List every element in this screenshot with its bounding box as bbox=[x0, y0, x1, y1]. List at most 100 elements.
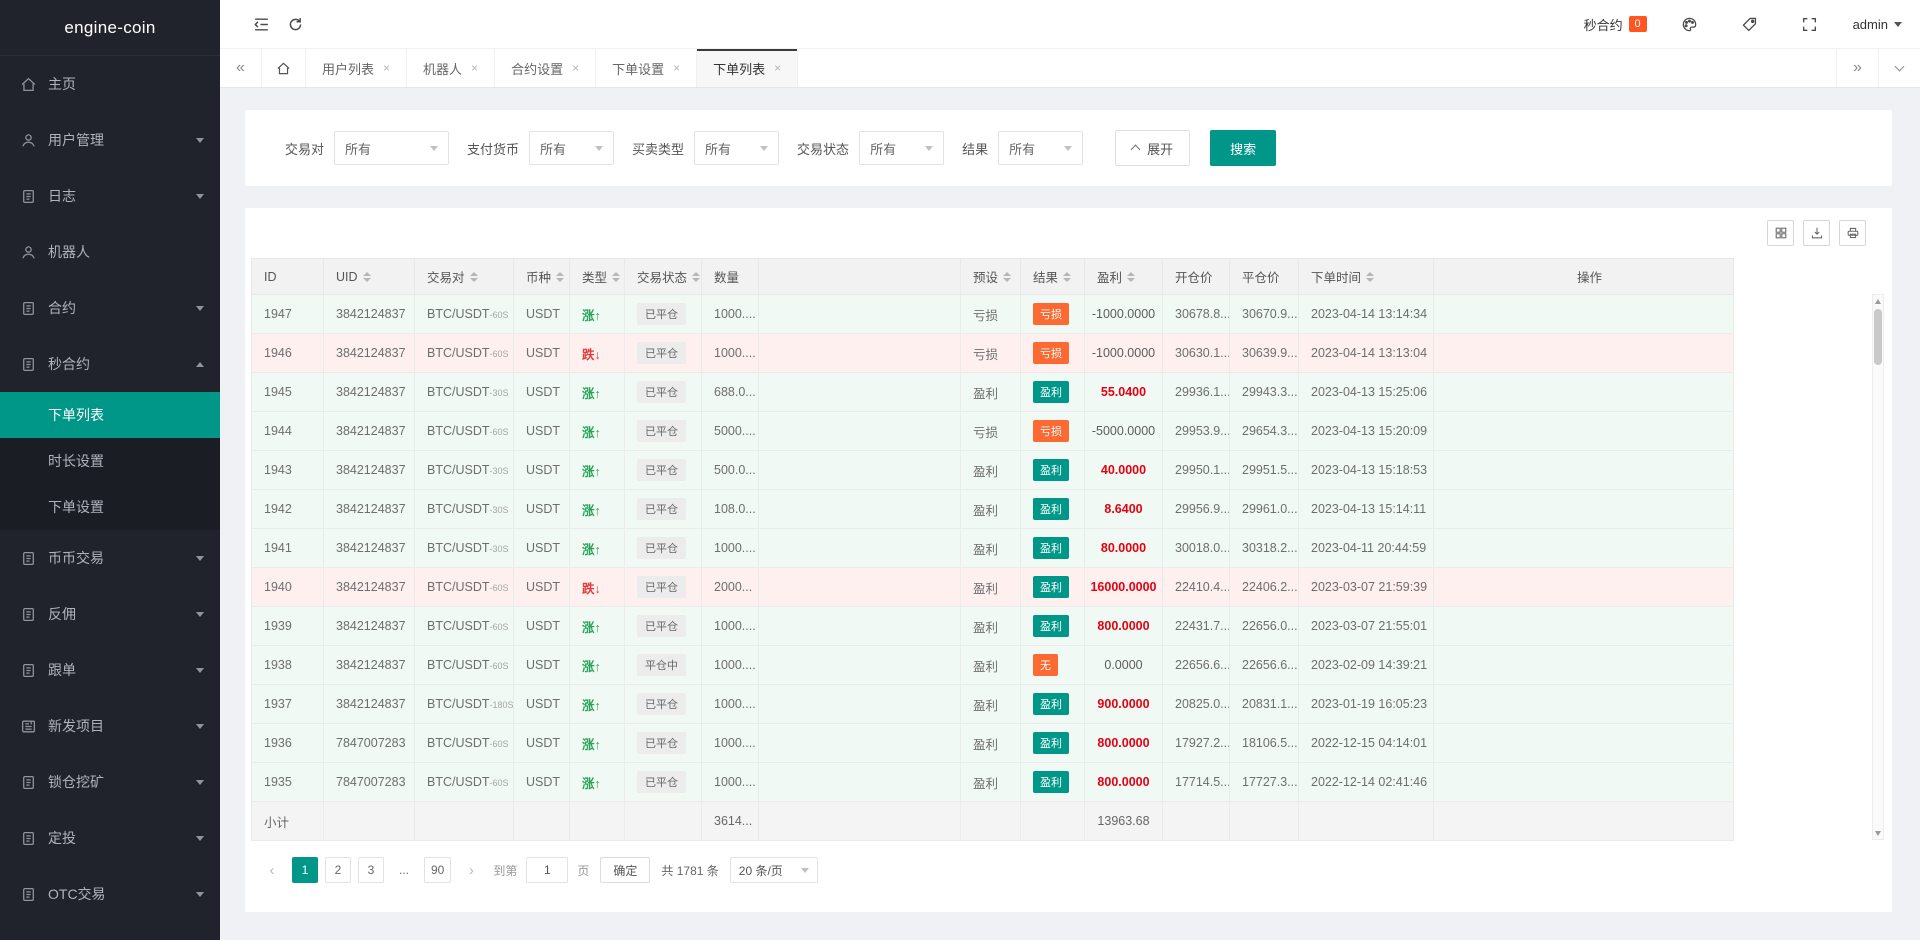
chevron-down-icon bbox=[925, 145, 934, 151]
sort-icon[interactable] bbox=[1366, 271, 1375, 282]
cell-coin: USDT bbox=[513, 450, 570, 490]
sidebar-item-user-management[interactable]: 用户管理 bbox=[0, 112, 220, 168]
sort-icon[interactable] bbox=[612, 271, 621, 282]
theme-palette-icon[interactable] bbox=[1673, 7, 1707, 41]
cell-close-price: 29961.0... bbox=[1229, 489, 1299, 529]
export-download-icon[interactable] bbox=[1803, 220, 1830, 246]
header-label: 类型 bbox=[582, 271, 608, 285]
sidebar-item-auto-invest[interactable]: 定投 bbox=[0, 810, 220, 866]
vertical-scrollbar[interactable] bbox=[1872, 294, 1884, 840]
cell-open-price: 17714.5... bbox=[1162, 762, 1230, 802]
sort-icon[interactable] bbox=[469, 271, 478, 282]
next-page-icon[interactable]: › bbox=[458, 857, 484, 883]
sidebar-item-second-contract[interactable]: 秒合约 bbox=[0, 336, 220, 392]
tab-label: 机器人 bbox=[423, 61, 463, 77]
print-icon[interactable] bbox=[1839, 220, 1866, 246]
sidebar-item-copy-trading[interactable]: 跟单 bbox=[0, 642, 220, 698]
user-dropdown[interactable]: admin bbox=[1853, 17, 1902, 32]
sidebar-item-otc-trading[interactable]: OTC交易 bbox=[0, 866, 220, 922]
close-icon[interactable]: × bbox=[471, 62, 478, 74]
sidebar-item-logs[interactable]: 日志 bbox=[0, 168, 220, 224]
sidebar-item-rebate[interactable]: 反佣 bbox=[0, 586, 220, 642]
sort-icon[interactable] bbox=[556, 271, 565, 282]
scroll-down-icon[interactable] bbox=[1873, 827, 1883, 839]
goto-page-input[interactable] bbox=[526, 857, 569, 883]
confirm-page-button[interactable]: 确定 bbox=[600, 857, 651, 883]
sidebar-item-lock-mining[interactable]: 锁仓挖矿 bbox=[0, 754, 220, 810]
sidebar-item-home[interactable]: 主页 bbox=[0, 56, 220, 112]
close-icon[interactable]: × bbox=[572, 62, 579, 74]
column-header-uid[interactable]: UID bbox=[323, 258, 415, 295]
filter-select-trade-type[interactable]: 所有 bbox=[694, 131, 780, 165]
tab-robots[interactable]: 机器人 × bbox=[407, 49, 496, 87]
username: admin bbox=[1852, 16, 1888, 32]
close-icon[interactable]: × bbox=[673, 62, 680, 74]
close-icon[interactable]: × bbox=[383, 62, 390, 74]
sort-icon[interactable] bbox=[692, 271, 701, 282]
collapse-filters-button[interactable]: 展开 bbox=[1115, 130, 1191, 166]
sort-icon[interactable] bbox=[1003, 271, 1012, 282]
filter-select-trade-status[interactable]: 所有 bbox=[859, 131, 945, 165]
page-button[interactable]: 3 bbox=[358, 857, 384, 883]
filter-select-pay-currency[interactable]: 所有 bbox=[529, 131, 615, 165]
sidebar-item-duration-settings[interactable]: 时长设置 bbox=[0, 438, 220, 484]
tabs-scroll-right-icon[interactable]: » bbox=[1836, 49, 1878, 87]
header-inner: 开仓价 bbox=[1175, 267, 1213, 286]
column-header-pair[interactable]: 交易对 bbox=[414, 258, 514, 295]
subtotal-coin bbox=[513, 801, 570, 841]
refresh-icon[interactable] bbox=[278, 7, 312, 41]
cell-amount: 1000.... bbox=[701, 762, 759, 802]
tab-order-settings[interactable]: 下单设置 × bbox=[596, 49, 698, 87]
pair-name: BTC/USDT bbox=[427, 502, 490, 516]
page-button[interactable]: 2 bbox=[325, 857, 351, 883]
sidebar-item-order-settings[interactable]: 下单设置 bbox=[0, 484, 220, 530]
sidebar-item-order-list[interactable]: 下单列表 bbox=[0, 392, 220, 438]
sidebar-item-spot-trading[interactable]: 币币交易 bbox=[0, 530, 220, 586]
fullscreen-icon[interactable] bbox=[1793, 7, 1827, 41]
cell-type: 涨↑ bbox=[569, 450, 625, 490]
sidebar-fold-icon[interactable] bbox=[244, 7, 278, 41]
filter-select-result[interactable]: 所有 bbox=[998, 131, 1084, 165]
table-toolbar bbox=[245, 208, 1892, 258]
search-button[interactable]: 搜索 bbox=[1210, 130, 1277, 166]
sidebar-item-news-management[interactable]: 新闻管理 bbox=[0, 922, 220, 940]
column-header-status[interactable]: 交易状态 bbox=[624, 258, 702, 295]
type-label: 涨 bbox=[582, 776, 595, 791]
sort-icon[interactable] bbox=[362, 271, 371, 282]
type-label: 涨 bbox=[582, 620, 595, 635]
sidebar-item-contracts[interactable]: 合约 bbox=[0, 280, 220, 336]
table-row: 1938 3842124837 BTC/USDT-60S USDT 涨↑ 平仓中 1000.… bbox=[251, 645, 1734, 685]
prev-page-icon[interactable]: ‹ bbox=[259, 857, 285, 883]
column-header-result[interactable]: 结果 bbox=[1020, 258, 1085, 295]
header-label: 盈利 bbox=[1097, 271, 1123, 285]
scrollbar-thumb[interactable] bbox=[1874, 309, 1882, 365]
home-tab[interactable] bbox=[262, 49, 306, 87]
page-size-select[interactable]: 20 条/页 bbox=[729, 857, 818, 883]
sidebar-item-new-projects[interactable]: 新发项目 bbox=[0, 698, 220, 754]
column-header-type[interactable]: 类型 bbox=[569, 258, 625, 295]
scroll-up-icon[interactable] bbox=[1873, 295, 1883, 307]
tag-icon[interactable] bbox=[1733, 7, 1767, 41]
column-header-time[interactable]: 下单时间 bbox=[1298, 258, 1434, 295]
tabs-menu-icon[interactable] bbox=[1878, 49, 1920, 87]
close-icon[interactable]: × bbox=[774, 62, 781, 74]
page-button[interactable]: 1 bbox=[292, 857, 318, 883]
column-header-profit[interactable]: 盈利 bbox=[1084, 258, 1163, 295]
tab-order-list[interactable]: 下单列表 × bbox=[697, 49, 799, 87]
filter-select-trading-pair[interactable]: 所有 bbox=[334, 131, 450, 165]
subtotal-amount: 3614... bbox=[701, 801, 759, 841]
column-header-preset[interactable]: 预设 bbox=[960, 258, 1021, 295]
column-header-coin[interactable]: 币种 bbox=[513, 258, 570, 295]
sort-icon[interactable] bbox=[1127, 271, 1136, 282]
tab-contract-settings[interactable]: 合约设置 × bbox=[495, 49, 597, 87]
home-icon bbox=[20, 76, 37, 93]
tabs-scroll-left-icon[interactable]: « bbox=[220, 49, 262, 87]
sort-icon[interactable] bbox=[1063, 271, 1072, 282]
page-button[interactable]: 90 bbox=[424, 857, 452, 883]
notice-item[interactable]: 秒合约 0 bbox=[1584, 15, 1647, 34]
subtotal-status bbox=[624, 801, 702, 841]
columns-grid-icon[interactable] bbox=[1767, 220, 1794, 246]
sidebar-item-robots[interactable]: 机器人 bbox=[0, 224, 220, 280]
tab-user-list[interactable]: 用户列表 × bbox=[306, 49, 408, 87]
cell-profit: 16000.0000 bbox=[1084, 567, 1163, 607]
